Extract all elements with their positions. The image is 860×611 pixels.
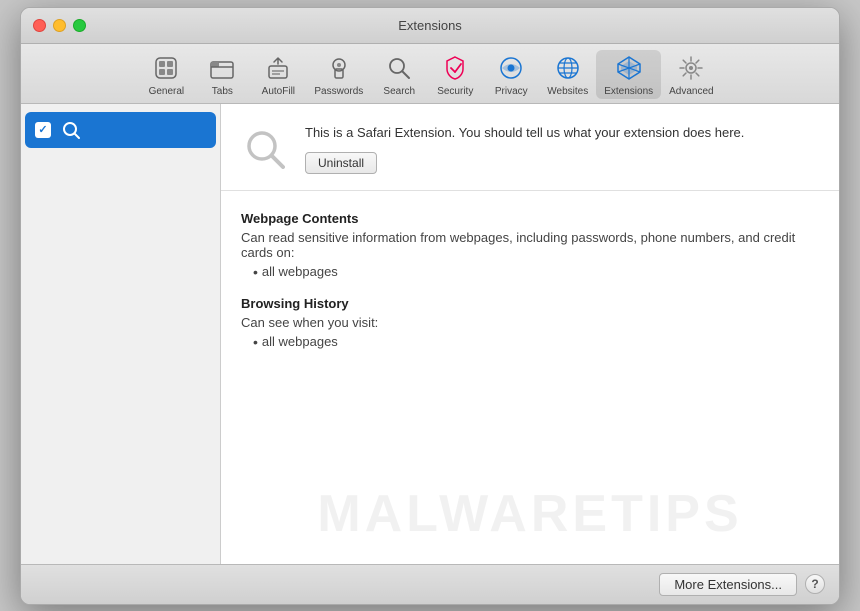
toolbar-general[interactable]: General [138,50,194,99]
passwords-label: Passwords [314,86,363,97]
tabs-icon [206,52,238,84]
toolbar-autofill[interactable]: AutoFill [250,50,306,99]
toolbar-extensions[interactable]: Extensions [596,50,661,99]
permission-item-history-1: • all webpages [253,334,819,350]
detail-panel: This is a Safari Extension. You should t… [221,104,839,564]
permission-desc-webpage: Can read sensitive information from webp… [241,230,819,260]
window-title: Extensions [398,18,462,33]
toolbar: General Tabs Auto [21,44,839,104]
safari-preferences-window: Extensions General [20,7,840,605]
watermark: MALWARETIPS [221,484,839,544]
ext1-checkbox[interactable]: ✓ [35,122,51,138]
bullet-icon: • [253,264,258,280]
toolbar-privacy[interactable]: Privacy [483,50,539,99]
permission-desc-history: Can see when you visit: [241,315,819,330]
permission-title-history: Browsing History [241,296,819,311]
advanced-label: Advanced [669,86,713,97]
permission-webpage-contents: Webpage Contents Can read sensitive info… [241,211,819,280]
bullet-icon-2: • [253,334,258,350]
sidebar-item-ext1[interactable]: ✓ [25,112,216,148]
uninstall-button[interactable]: Uninstall [305,152,377,174]
checkmark-icon: ✓ [38,123,47,136]
privacy-label: Privacy [495,86,528,97]
autofill-label: AutoFill [262,86,295,97]
search-toolbar-icon [383,52,415,84]
close-button[interactable] [33,19,46,32]
search-label: Search [383,86,415,97]
toolbar-search[interactable]: Search [371,50,427,99]
ext-permissions: MALWARETIPS Webpage Contents Can read se… [221,191,839,564]
toolbar-security[interactable]: Security [427,50,483,99]
toolbar-tabs[interactable]: Tabs [194,50,250,99]
toolbar-websites[interactable]: Websites [539,50,596,99]
main-content: ✓ This is [21,104,839,564]
minimize-button[interactable] [53,19,66,32]
title-bar: Extensions [21,8,839,44]
autofill-icon [262,52,294,84]
general-label: General [149,86,185,97]
ext-header-text: This is a Safari Extension. You should t… [305,124,819,174]
toolbar-passwords[interactable]: Passwords [306,50,371,99]
toolbar-advanced[interactable]: Advanced [661,50,721,99]
traffic-lights [33,19,86,32]
websites-label: Websites [547,86,588,97]
ext1-icon [59,118,83,142]
general-icon [150,52,182,84]
passwords-icon [323,52,355,84]
permission-title-webpage: Webpage Contents [241,211,819,226]
help-button[interactable]: ? [805,574,825,594]
ext-big-search-icon [241,125,289,173]
more-extensions-button[interactable]: More Extensions... [659,573,797,596]
websites-icon [552,52,584,84]
extensions-label: Extensions [604,86,653,97]
ext-description: This is a Safari Extension. You should t… [305,124,819,142]
sidebar: ✓ [21,104,221,564]
maximize-button[interactable] [73,19,86,32]
tabs-label: Tabs [212,86,233,97]
advanced-icon [675,52,707,84]
permission-browsing-history: Browsing History Can see when you visit:… [241,296,819,350]
extensions-icon [613,52,645,84]
security-icon [439,52,471,84]
permission-item-webpage-1: • all webpages [253,264,819,280]
privacy-icon [495,52,527,84]
security-label: Security [437,86,473,97]
ext-header: This is a Safari Extension. You should t… [221,104,839,191]
footer: More Extensions... ? [21,564,839,604]
